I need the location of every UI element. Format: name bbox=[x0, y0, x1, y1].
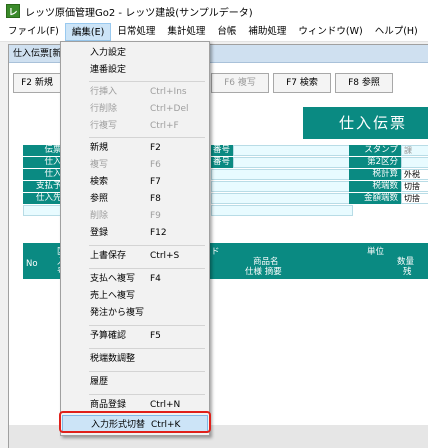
menu-aggregate[interactable]: 集計処理 bbox=[161, 23, 211, 41]
menu-item-delete-row[interactable]: 行削除 Ctrl+Del bbox=[62, 100, 208, 118]
menu-daily[interactable]: 日常処理 bbox=[111, 23, 161, 41]
menu-item-shortcut: Ctrl+Ins bbox=[150, 87, 187, 97]
mid-field-4[interactable] bbox=[211, 181, 353, 192]
menu-item-label: 上書保存 bbox=[90, 251, 127, 261]
col-code: ド bbox=[211, 247, 220, 257]
menu-item-copy-to-payment[interactable]: 支払へ複写 F4 bbox=[62, 270, 208, 288]
menu-separator bbox=[89, 325, 205, 326]
form-title-banner: 仕入伝票 bbox=[303, 107, 428, 139]
menu-item-label: 行複写 bbox=[90, 121, 118, 131]
tax-calc-label: 税計算 bbox=[349, 169, 401, 180]
menu-item-search[interactable]: 検索 F7 bbox=[62, 173, 208, 191]
menu-item-label: 削除 bbox=[90, 211, 109, 221]
menu-bar: ファイル(F) 編集(E) 日常処理 集計処理 台帳 補助処理 ウィンドウ(W)… bbox=[0, 22, 428, 42]
menu-item-label: 発注から複写 bbox=[90, 308, 145, 318]
menu-item-shortcut: Ctrl+F bbox=[150, 121, 179, 131]
menu-item-shortcut: Ctrl+Del bbox=[150, 104, 189, 114]
menu-separator bbox=[89, 245, 205, 246]
menu-ledger[interactable]: 台帳 bbox=[211, 23, 242, 41]
menu-item-label: 行挿入 bbox=[90, 87, 118, 97]
tax-calc-field[interactable]: 外税 bbox=[401, 169, 428, 180]
f7-search-button[interactable]: F7 検索 bbox=[273, 73, 331, 93]
tax-rounding-label: 税端数 bbox=[349, 181, 401, 192]
col-no: No bbox=[26, 259, 38, 269]
menu-item-label: 行削除 bbox=[90, 104, 118, 114]
menu-item-shortcut: F9 bbox=[150, 211, 161, 221]
menu-item-shortcut: F12 bbox=[150, 228, 167, 238]
menu-item-copy-row[interactable]: 行複写 Ctrl+F bbox=[62, 117, 208, 135]
menu-item-label: 支払へ複写 bbox=[90, 274, 136, 284]
menu-item-label: 履歴 bbox=[90, 377, 109, 387]
menu-separator bbox=[89, 371, 205, 372]
menu-item-reference[interactable]: 参照 F8 bbox=[62, 190, 208, 208]
menu-item-register[interactable]: 登録 F12 bbox=[62, 224, 208, 242]
menu-item-overwrite-save[interactable]: 上書保存 Ctrl+S bbox=[62, 247, 208, 265]
mid-field-6[interactable] bbox=[211, 205, 353, 216]
menu-item-shortcut: F6 bbox=[150, 160, 161, 170]
menu-item-label: 検索 bbox=[90, 177, 109, 187]
menu-item-label: 参照 bbox=[90, 194, 109, 204]
amount-rounding-label: 金額端数 bbox=[349, 193, 401, 204]
menu-item-shortcut: F7 bbox=[150, 177, 161, 187]
menu-item-label: 入力設定 bbox=[90, 48, 127, 58]
menu-item-shortcut: F4 bbox=[150, 274, 161, 284]
menu-item-history[interactable]: 履歴 bbox=[62, 373, 208, 391]
menu-item-tax-rounding-adjust[interactable]: 税端数調整 bbox=[62, 350, 208, 368]
stamp-field[interactable]: 課 bbox=[401, 145, 428, 156]
menu-auxiliary[interactable]: 補助処理 bbox=[242, 23, 292, 41]
menu-item-shortcut: F5 bbox=[150, 331, 161, 341]
menu-item-input-settings[interactable]: 入力設定 bbox=[62, 44, 208, 62]
edit-menu-dropdown: 入力設定 連番設定 行挿入 Ctrl+Ins 行削除 Ctrl+Del 行複写 Ctr… bbox=[60, 41, 210, 436]
menu-separator bbox=[89, 81, 205, 82]
menu-item-delete[interactable]: 削除 F9 bbox=[62, 207, 208, 225]
f6-copy-button[interactable]: F6 複写 bbox=[211, 73, 269, 93]
menu-item-label: 売上へ複写 bbox=[90, 291, 136, 301]
menu-item-label: 予算確認 bbox=[90, 331, 127, 341]
window-title: レッツ原価管理Go2 - レッツ建設(サンプルデータ) bbox=[25, 7, 253, 19]
menu-item-budget-check[interactable]: 予算確認 F5 bbox=[62, 327, 208, 345]
number-field-2[interactable] bbox=[233, 157, 353, 168]
menu-window[interactable]: ウィンドウ(W) bbox=[292, 23, 368, 41]
number-label-2: 番号 bbox=[211, 157, 233, 168]
menu-item-shortcut: F2 bbox=[150, 143, 161, 153]
menu-item-copy[interactable]: 複写 F6 bbox=[62, 156, 208, 174]
menu-separator bbox=[89, 268, 205, 269]
app-icon: レ bbox=[6, 4, 20, 18]
second-category-label: 第2区分 bbox=[349, 157, 401, 168]
menu-item-insert-row[interactable]: 行挿入 Ctrl+Ins bbox=[62, 83, 208, 101]
second-category-field[interactable] bbox=[401, 157, 428, 168]
menu-item-new[interactable]: 新規 F2 bbox=[62, 139, 208, 157]
col-unit: 単位 bbox=[367, 247, 385, 257]
menu-item-label: 登録 bbox=[90, 228, 109, 238]
menu-separator bbox=[89, 348, 205, 349]
menu-item-sequence-settings[interactable]: 連番設定 bbox=[62, 61, 208, 79]
menu-item-shortcut: Ctrl+S bbox=[150, 251, 180, 261]
number-label-1: 番号 bbox=[211, 145, 233, 156]
f2-new-button[interactable]: F2 新規 bbox=[13, 73, 61, 93]
menu-item-label: 連番設定 bbox=[90, 65, 127, 75]
mid-field-5[interactable] bbox=[211, 193, 353, 204]
stamp-label: スタンプ bbox=[349, 145, 401, 156]
menu-item-copy-to-sales[interactable]: 売上へ複写 bbox=[62, 287, 208, 305]
amount-rounding-field[interactable]: 切捨 bbox=[401, 193, 428, 204]
title-bar: レ レッツ原価管理Go2 - レッツ建設(サンプルデータ) bbox=[0, 0, 428, 22]
menu-separator bbox=[89, 137, 205, 138]
menu-item-label: 新規 bbox=[90, 143, 109, 153]
menu-item-copy-from-order[interactable]: 発注から複写 bbox=[62, 304, 208, 322]
tax-rounding-field[interactable]: 切捨 bbox=[401, 181, 428, 192]
menu-item-label: 税端数調整 bbox=[90, 354, 136, 364]
highlight-outline bbox=[59, 411, 211, 433]
menu-help[interactable]: ヘルプ(H) bbox=[369, 23, 424, 41]
mid-field-3[interactable] bbox=[211, 169, 353, 180]
menu-file[interactable]: ファイル(F) bbox=[2, 23, 65, 41]
f8-reference-button[interactable]: F8 参照 bbox=[335, 73, 393, 93]
number-field-1[interactable] bbox=[233, 145, 353, 156]
menu-edit[interactable]: 編集(E) bbox=[64, 22, 112, 41]
col-remain: 残 bbox=[403, 267, 412, 277]
menu-item-label: 複写 bbox=[90, 160, 109, 170]
menu-separator bbox=[89, 394, 205, 395]
menu-item-shortcut: F8 bbox=[150, 194, 161, 204]
col-spec: 仕様 摘要 bbox=[245, 267, 282, 277]
